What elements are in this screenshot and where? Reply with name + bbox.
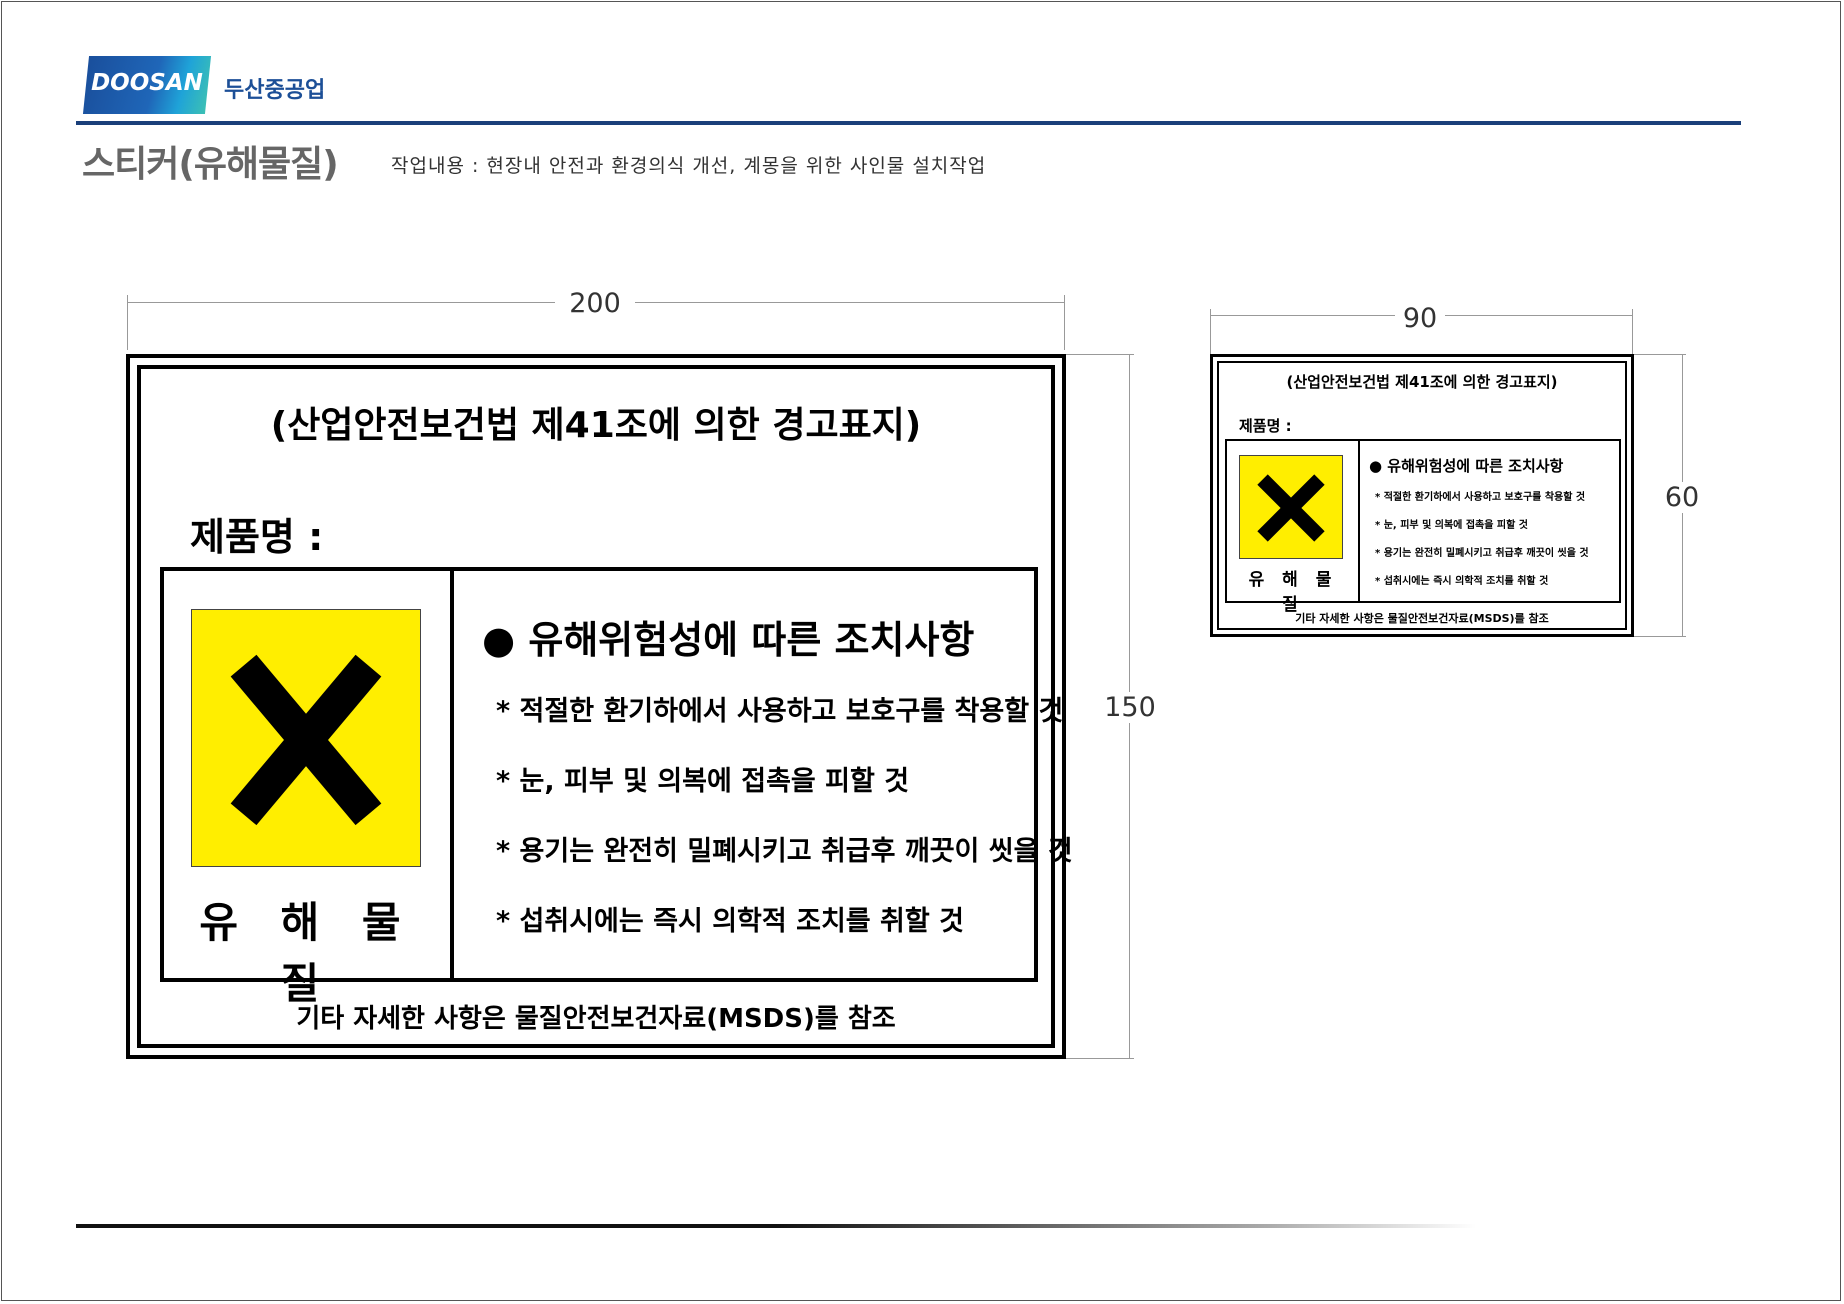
hazard-info-box: 유 해 물 질 ● 유해위험성에 따른 조치사항 * 적절한 환기하에서 사용하… (1225, 439, 1621, 615)
dim-extension-right (1064, 295, 1065, 350)
hazard-label: 유 해 물 질 (199, 898, 415, 1008)
measure-item: * 용기는 완전히 밀폐시키고 취급후 깨끗이 씻을 것 (1375, 548, 1589, 559)
measure-item: * 섭취시에는 즉시 의학적 조치를 취할 것 (1375, 576, 1549, 587)
dim-extension-bottom-small (1634, 636, 1686, 637)
hazard-pictogram (1239, 455, 1343, 559)
x-cross-icon (230, 654, 382, 826)
work-description: 작업내용 : 현장내 안전과 환경의식 개선, 계몽을 위한 사인물 설치작업 (391, 155, 987, 177)
x-cross-icon (1257, 474, 1325, 542)
measure-item: * 적절한 환기하에서 사용하고 보호구를 착용할 것 (496, 696, 1064, 727)
dim-extension-top-small (1634, 354, 1686, 355)
sticker-title: (산업안전보건법 제41조에 의한 경고표지) (270, 405, 922, 446)
measure-item: * 적절한 환기하에서 사용하고 보호구를 착용할 것 (1375, 492, 1586, 503)
measures-heading: ● 유해위험성에 따른 조치사항 (482, 618, 975, 662)
sticker-footer: 기타 자세한 사항은 물질안전보건자료(MSDS)를 참조 (296, 1004, 896, 1034)
sticker-footer: 기타 자세한 사항은 물질안전보건자료(MSDS)를 참조 (1295, 612, 1549, 625)
dim-extension-left (127, 295, 128, 350)
dim-label-height-small: 60 (1656, 482, 1708, 513)
dim-label-width-large: 200 (555, 288, 635, 319)
hazard-info-box: 유 해 물 질 ● 유해위험성에 따른 조치사항 * 적절한 환기하에서 사용하… (160, 567, 1073, 1008)
sticker-title: (산업안전보건법 제41조에 의한 경고표지) (1286, 373, 1558, 391)
product-name-label: 제품명 : (1239, 417, 1292, 435)
page-title: 스티커(유해물질) (82, 144, 339, 185)
box-divider (1358, 441, 1360, 601)
measure-item: * 섭취시에는 즉시 의학적 조치를 취할 것 (496, 906, 964, 937)
measure-item: * 용기는 완전히 밀폐시키고 취급후 깨끗이 씻을 것 (496, 836, 1073, 867)
header-rule (76, 121, 1741, 125)
company-name: 두산중공업 (224, 78, 326, 103)
sticker-small: (산업안전보건법 제41조에 의한 경고표지) 제품명 : 유 해 물 질 ● … (1210, 354, 1634, 637)
dim-extension-top (1066, 354, 1134, 355)
measures-heading: ● 유해위험성에 따른 조치사항 (1369, 457, 1564, 475)
box-divider (450, 571, 454, 978)
measure-item: * 눈, 피부 및 의복에 접촉을 피할 것 (1375, 520, 1528, 531)
hazard-label: 유 해 물 질 (1248, 570, 1338, 615)
product-name-label: 제품명 : (190, 515, 324, 559)
hazard-pictogram (191, 609, 421, 867)
doosan-logo: DOOSAN (82, 56, 212, 114)
dim-extension-bottom (1066, 1058, 1134, 1059)
measure-item: * 눈, 피부 및 의복에 접촉을 피할 것 (496, 766, 910, 797)
dim-label-width-small: 90 (1395, 303, 1445, 334)
sticker-large: (산업안전보건법 제41조에 의한 경고표지) 제품명 : 유 해 물 질 ● … (126, 354, 1073, 1059)
footer-rule (76, 1224, 1476, 1228)
dim-label-height-large: 150 (1100, 692, 1160, 723)
logo-text: DOOSAN (91, 70, 203, 96)
